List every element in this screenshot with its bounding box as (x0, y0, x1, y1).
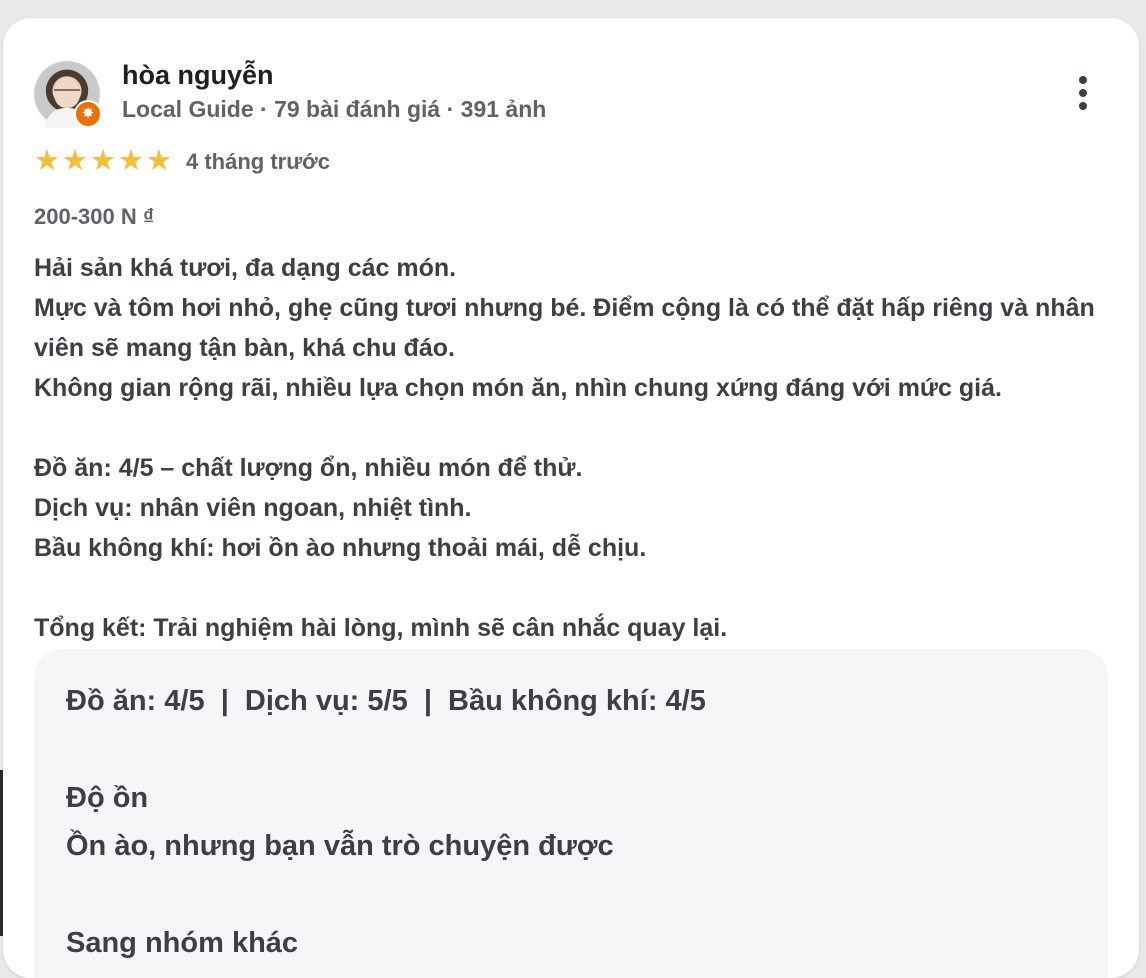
review-text: Hải sản khá tươi, đa dạng các món. Mực v… (34, 254, 1095, 642)
noise-level-value: Ồn ào, nhưng bạn vẫn trò chuyện được (66, 830, 614, 862)
review-details-box: Đồ ăn: 4/5 | Dịch vụ: 5/5 | Bầu không kh… (34, 649, 1108, 978)
star-icon: ★ (34, 145, 60, 177)
local-guide-badge-icon: ✸ (74, 100, 102, 128)
group-type-label: Sang nhóm khác (66, 927, 299, 959)
star-icon: ★ (146, 145, 172, 177)
review-card: ✸ hòa nguyễn Local Guide · 79 bài đánh g… (3, 18, 1139, 978)
star-icon: ★ (62, 145, 88, 177)
more-vert-icon (1079, 76, 1087, 84)
noise-level-label: Độ ồn (66, 782, 149, 814)
star-rating: ★ ★ ★ ★ ★ (33, 144, 173, 178)
author-name[interactable]: hòa nguyễn (122, 60, 274, 91)
more-options-button[interactable] (1065, 72, 1101, 114)
star-icon: ★ (90, 145, 116, 177)
review-date: 4 tháng trước (186, 149, 331, 174)
star-icon: ★ (118, 145, 144, 177)
price-range: 200-300 N ₫ (34, 204, 155, 229)
author-meta[interactable]: Local Guide · 79 bài đánh giá · 391 ảnh (122, 96, 546, 123)
ratings-summary: Đồ ăn: 4/5 | Dịch vụ: 5/5 | Bầu không kh… (66, 685, 706, 717)
